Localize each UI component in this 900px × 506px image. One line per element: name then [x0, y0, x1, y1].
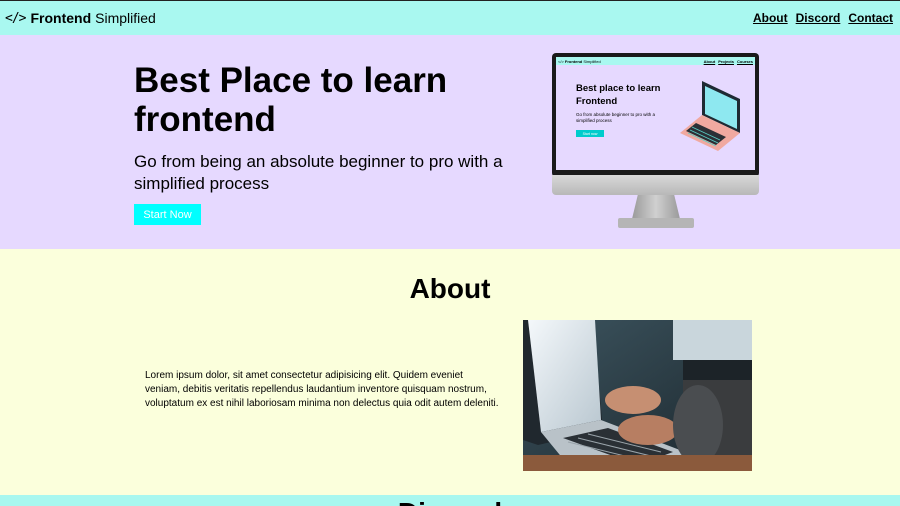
mockup-navbar: </> Frontend Simplified About Projects C… [556, 57, 755, 65]
mockup-links: About Projects Courses [704, 59, 753, 64]
nav-link-discord[interactable]: Discord [796, 11, 841, 25]
monitor-chin [552, 175, 759, 195]
mockup-link-projects: Projects [718, 58, 734, 64]
about-text: Lorem ipsum dolor, sit amet consectetur … [145, 370, 499, 409]
monitor-stand [632, 195, 680, 219]
logo-bold-text: Frontend [30, 10, 92, 26]
hero-title: Best Place to learn frontend [134, 61, 448, 139]
hero-section: Best Place to learn frontend Go from bei… [0, 35, 900, 249]
monitor-illustration: </> Frontend Simplified About Projects C… [552, 53, 759, 230]
laptop-illustration-icon [680, 81, 740, 151]
mockup-logo: </> Frontend Simplified [558, 58, 601, 64]
about-title: About [409, 273, 491, 304]
logo[interactable]: </> Frontend Simplified [5, 10, 156, 26]
mockup-link-about: About [703, 58, 716, 64]
start-now-button[interactable]: Start Now [134, 204, 201, 225]
code-icon: </> [5, 10, 27, 26]
mockup-title: Best place to learn Frontend [576, 83, 661, 107]
laptop-photo-icon [523, 320, 752, 471]
nav-links: About Discord Contact [753, 11, 893, 25]
mockup-subtitle: Go from absolute beginner to pro with a … [576, 112, 656, 123]
mockup-button: Start now [576, 130, 604, 137]
discord-title: Discord [0, 497, 900, 506]
monitor-base [618, 218, 694, 228]
nav-link-about[interactable]: About [753, 11, 788, 25]
hero-subtitle: Go from being an absolute beginner to pr… [134, 152, 503, 193]
mockup-link-courses: Courses [736, 58, 753, 64]
about-section: About Lorem ipsum dolor, sit amet consec… [0, 249, 900, 495]
nav-link-contact[interactable]: Contact [848, 11, 893, 25]
monitor-screen: </> Frontend Simplified About Projects C… [556, 57, 755, 170]
discord-section: Discord [0, 495, 900, 506]
laptop-typing-photo [523, 320, 752, 471]
navbar: </> Frontend Simplified About Discord Co… [0, 0, 900, 35]
logo-light-text: Simplified [95, 10, 156, 26]
monitor-frame: </> Frontend Simplified About Projects C… [552, 53, 759, 177]
